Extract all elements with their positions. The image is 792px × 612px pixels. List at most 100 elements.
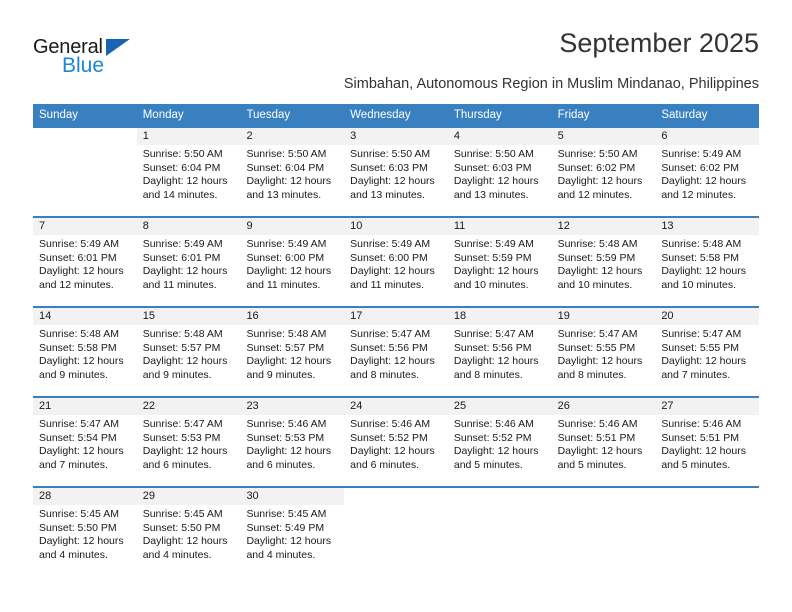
calendar-day-cell[interactable]: 26 Sunrise: 5:46 AM Sunset: 5:51 PM Dayligh… xyxy=(551,398,656,486)
sunset-time: Sunset: 5:51 PM xyxy=(661,431,739,444)
sunset-time: Sunset: 6:01 PM xyxy=(39,251,117,264)
day-number: 22 xyxy=(136,398,241,415)
sunset-time: Sunset: 5:55 PM xyxy=(557,341,636,354)
sunset-time: Sunset: 5:59 PM xyxy=(557,251,636,264)
sunset-time: Sunset: 5:56 PM xyxy=(350,341,428,354)
sunrise-time: Sunrise: 5:45 AM xyxy=(246,508,327,520)
daylight-duration-line1: Daylight: 12 hours xyxy=(661,445,746,458)
sunrise-time: Sunrise: 5:50 AM xyxy=(246,148,327,160)
day-details: Sunrise: 5:48 AM Sunset: 5:58 PM Daylight:… xyxy=(655,235,759,292)
calendar-week-row: 7 Sunrise: 5:49 AM Sunset: 6:01 PM Daylight… xyxy=(33,216,760,306)
day-details: Sunrise: 5:50 AM Sunset: 6:03 PM Daylight:… xyxy=(448,145,552,202)
calendar-day-cell[interactable]: 6 Sunrise: 5:49 AM Sunset: 6:02 PM Daylight… xyxy=(655,128,760,216)
day-details: Sunrise: 5:47 AM Sunset: 5:55 PM Daylight:… xyxy=(552,325,656,382)
day-details: Sunrise: 5:50 AM Sunset: 6:03 PM Daylight:… xyxy=(344,145,448,202)
calendar-day-cell[interactable]: 17 Sunrise: 5:47 AM Sunset: 5:56 PM Dayligh… xyxy=(344,308,448,396)
sunset-time: Sunset: 6:00 PM xyxy=(350,251,428,264)
calendar-day-cell[interactable]: 5 Sunrise: 5:50 AM Sunset: 6:02 PM Daylight… xyxy=(551,128,656,216)
daylight-duration-line2: and 4 minutes. xyxy=(39,548,108,561)
daylight-duration-line2: and 11 minutes. xyxy=(142,278,217,291)
sunset-time: Sunset: 5:57 PM xyxy=(246,341,325,354)
weekday-header-row: Sunday Monday Tuesday Wednesday Thursday… xyxy=(33,104,759,126)
calendar-day-cell[interactable]: 1 Sunrise: 5:50 AM Sunset: 6:04 PM Daylight… xyxy=(136,128,241,216)
day-number: 20 xyxy=(655,308,760,325)
calendar-day-cell[interactable]: 16 Sunrise: 5:48 AM Sunset: 5:57 PM Dayligh… xyxy=(240,308,345,396)
sunset-time: Sunset: 5:54 PM xyxy=(39,431,117,444)
sunrise-time: Sunrise: 5:46 AM xyxy=(557,418,638,430)
calendar-day-cell[interactable]: 9 Sunrise: 5:49 AM Sunset: 6:00 PM Daylight… xyxy=(240,218,345,306)
day-details: Sunrise: 5:48 AM Sunset: 5:58 PM Daylight:… xyxy=(33,325,137,382)
general-blue-logo[interactable]: General Blue xyxy=(33,36,213,86)
calendar-day-cell[interactable]: 15 Sunrise: 5:48 AM Sunset: 5:57 PM Dayligh… xyxy=(136,308,241,396)
calendar-day-cell[interactable]: 24 Sunrise: 5:46 AM Sunset: 5:52 PM Dayligh… xyxy=(344,398,448,486)
daylight-duration-line2: and 6 minutes. xyxy=(350,458,420,471)
sunset-time: Sunset: 5:49 PM xyxy=(246,521,325,534)
calendar-day-cell[interactable]: 4 Sunrise: 5:50 AM Sunset: 6:03 PM Daylight… xyxy=(447,128,552,216)
daylight-duration-line1: Daylight: 12 hours xyxy=(142,355,228,368)
calendar-day-cell[interactable]: 18 Sunrise: 5:47 AM Sunset: 5:56 PM Dayligh… xyxy=(447,308,552,396)
calendar-day-cell[interactable]: 2 Sunrise: 5:50 AM Sunset: 6:04 PM Daylight… xyxy=(240,128,345,216)
daylight-duration-line2: and 9 minutes. xyxy=(39,368,108,381)
sunrise-time: Sunrise: 5:48 AM xyxy=(557,238,638,250)
day-details: Sunrise: 5:50 AM Sunset: 6:04 PM Daylight:… xyxy=(137,145,241,202)
day-details: Sunrise: 5:50 AM Sunset: 6:04 PM Daylight:… xyxy=(240,145,344,202)
day-details: Sunrise: 5:48 AM Sunset: 5:57 PM Daylight:… xyxy=(137,325,241,382)
calendar-week-row: 21 Sunrise: 5:47 AM Sunset: 5:54 PM Dayligh… xyxy=(33,396,760,486)
daylight-duration-line1: Daylight: 12 hours xyxy=(557,355,643,368)
sunrise-time: Sunrise: 5:45 AM xyxy=(39,508,119,520)
calendar-day-cell[interactable]: 12 Sunrise: 5:48 AM Sunset: 5:59 PM Dayligh… xyxy=(551,218,656,306)
daylight-duration-line2: and 12 minutes. xyxy=(557,188,633,201)
day-number: 23 xyxy=(240,398,345,415)
calendar-day-cell[interactable]: 20 Sunrise: 5:47 AM Sunset: 5:55 PM Dayligh… xyxy=(655,308,760,396)
day-number xyxy=(655,488,760,505)
day-details: Sunrise: 5:46 AM Sunset: 5:53 PM Daylight:… xyxy=(240,415,344,472)
day-number: 28 xyxy=(33,488,137,505)
daylight-duration-line2: and 12 minutes. xyxy=(39,278,114,291)
calendar-day-cell[interactable]: 10 Sunrise: 5:49 AM Sunset: 6:00 PM Dayligh… xyxy=(344,218,448,306)
daylight-duration-line2: and 11 minutes. xyxy=(246,278,321,291)
calendar-day-cell[interactable]: 7 Sunrise: 5:49 AM Sunset: 6:01 PM Daylight… xyxy=(33,218,137,306)
page-header: General Blue September 2025 Simbahan, Au… xyxy=(33,28,759,98)
calendar-day-cell[interactable]: 11 Sunrise: 5:49 AM Sunset: 5:59 PM Dayligh… xyxy=(447,218,552,306)
sunrise-time: Sunrise: 5:48 AM xyxy=(246,328,327,340)
calendar-day-cell[interactable]: 19 Sunrise: 5:47 AM Sunset: 5:55 PM Dayligh… xyxy=(551,308,656,396)
calendar-page: General Blue September 2025 Simbahan, Au… xyxy=(0,0,792,612)
calendar-day-cell[interactable]: 23 Sunrise: 5:46 AM Sunset: 5:53 PM Dayligh… xyxy=(240,398,345,486)
calendar-day-cell[interactable]: 3 Sunrise: 5:50 AM Sunset: 6:03 PM Daylight… xyxy=(344,128,448,216)
calendar-day-cell[interactable]: 22 Sunrise: 5:47 AM Sunset: 5:53 PM Dayligh… xyxy=(136,398,241,486)
daylight-duration-line1: Daylight: 12 hours xyxy=(350,355,435,368)
calendar-day-cell[interactable]: 8 Sunrise: 5:49 AM Sunset: 6:01 PM Daylight… xyxy=(136,218,241,306)
sunrise-time: Sunrise: 5:49 AM xyxy=(246,238,327,250)
calendar-day-cell[interactable]: 25 Sunrise: 5:46 AM Sunset: 5:52 PM Dayligh… xyxy=(447,398,552,486)
day-details: Sunrise: 5:49 AM Sunset: 6:01 PM Daylight:… xyxy=(33,235,137,292)
sunset-time: Sunset: 5:59 PM xyxy=(453,251,532,264)
day-number: 21 xyxy=(33,398,137,415)
day-number: 5 xyxy=(551,128,656,145)
sunset-time: Sunset: 6:03 PM xyxy=(350,161,428,174)
calendar-day-cell[interactable]: 30 Sunrise: 5:45 AM Sunset: 5:49 PM Dayligh… xyxy=(240,488,345,576)
day-details: Sunrise: 5:46 AM Sunset: 5:52 PM Daylight:… xyxy=(448,415,552,472)
calendar-day-cell[interactable]: 21 Sunrise: 5:47 AM Sunset: 5:54 PM Dayligh… xyxy=(33,398,137,486)
day-number: 3 xyxy=(344,128,448,145)
sunrise-time: Sunrise: 5:48 AM xyxy=(661,238,742,250)
daylight-duration-line2: and 7 minutes. xyxy=(39,458,108,471)
day-number xyxy=(344,488,448,505)
daylight-duration-line1: Daylight: 12 hours xyxy=(350,265,435,278)
day-number: 2 xyxy=(240,128,345,145)
calendar-day-cell-empty xyxy=(447,488,552,576)
calendar-day-cell[interactable]: 14 Sunrise: 5:48 AM Sunset: 5:58 PM Dayligh… xyxy=(33,308,137,396)
calendar-day-cell[interactable]: 29 Sunrise: 5:45 AM Sunset: 5:50 PM Dayligh… xyxy=(136,488,241,576)
daylight-duration-line1: Daylight: 12 hours xyxy=(453,355,539,368)
calendar-day-cell[interactable]: 27 Sunrise: 5:46 AM Sunset: 5:51 PM Dayligh… xyxy=(655,398,760,486)
daylight-duration-line2: and 6 minutes. xyxy=(246,458,316,471)
calendar-day-cell[interactable]: 28 Sunrise: 5:45 AM Sunset: 5:50 PM Dayligh… xyxy=(33,488,137,576)
sunset-time: Sunset: 6:04 PM xyxy=(246,161,325,174)
daylight-duration-line1: Daylight: 12 hours xyxy=(39,445,124,458)
daylight-duration-line1: Daylight: 12 hours xyxy=(246,265,332,278)
daylight-duration-line1: Daylight: 12 hours xyxy=(661,175,746,188)
sunrise-time: Sunrise: 5:49 AM xyxy=(453,238,534,250)
sunrise-time: Sunrise: 5:46 AM xyxy=(350,418,431,430)
calendar-day-cell[interactable]: 13 Sunrise: 5:48 AM Sunset: 5:58 PM Dayligh… xyxy=(655,218,760,306)
sunset-time: Sunset: 6:03 PM xyxy=(453,161,532,174)
daylight-duration-line2: and 9 minutes. xyxy=(142,368,212,381)
